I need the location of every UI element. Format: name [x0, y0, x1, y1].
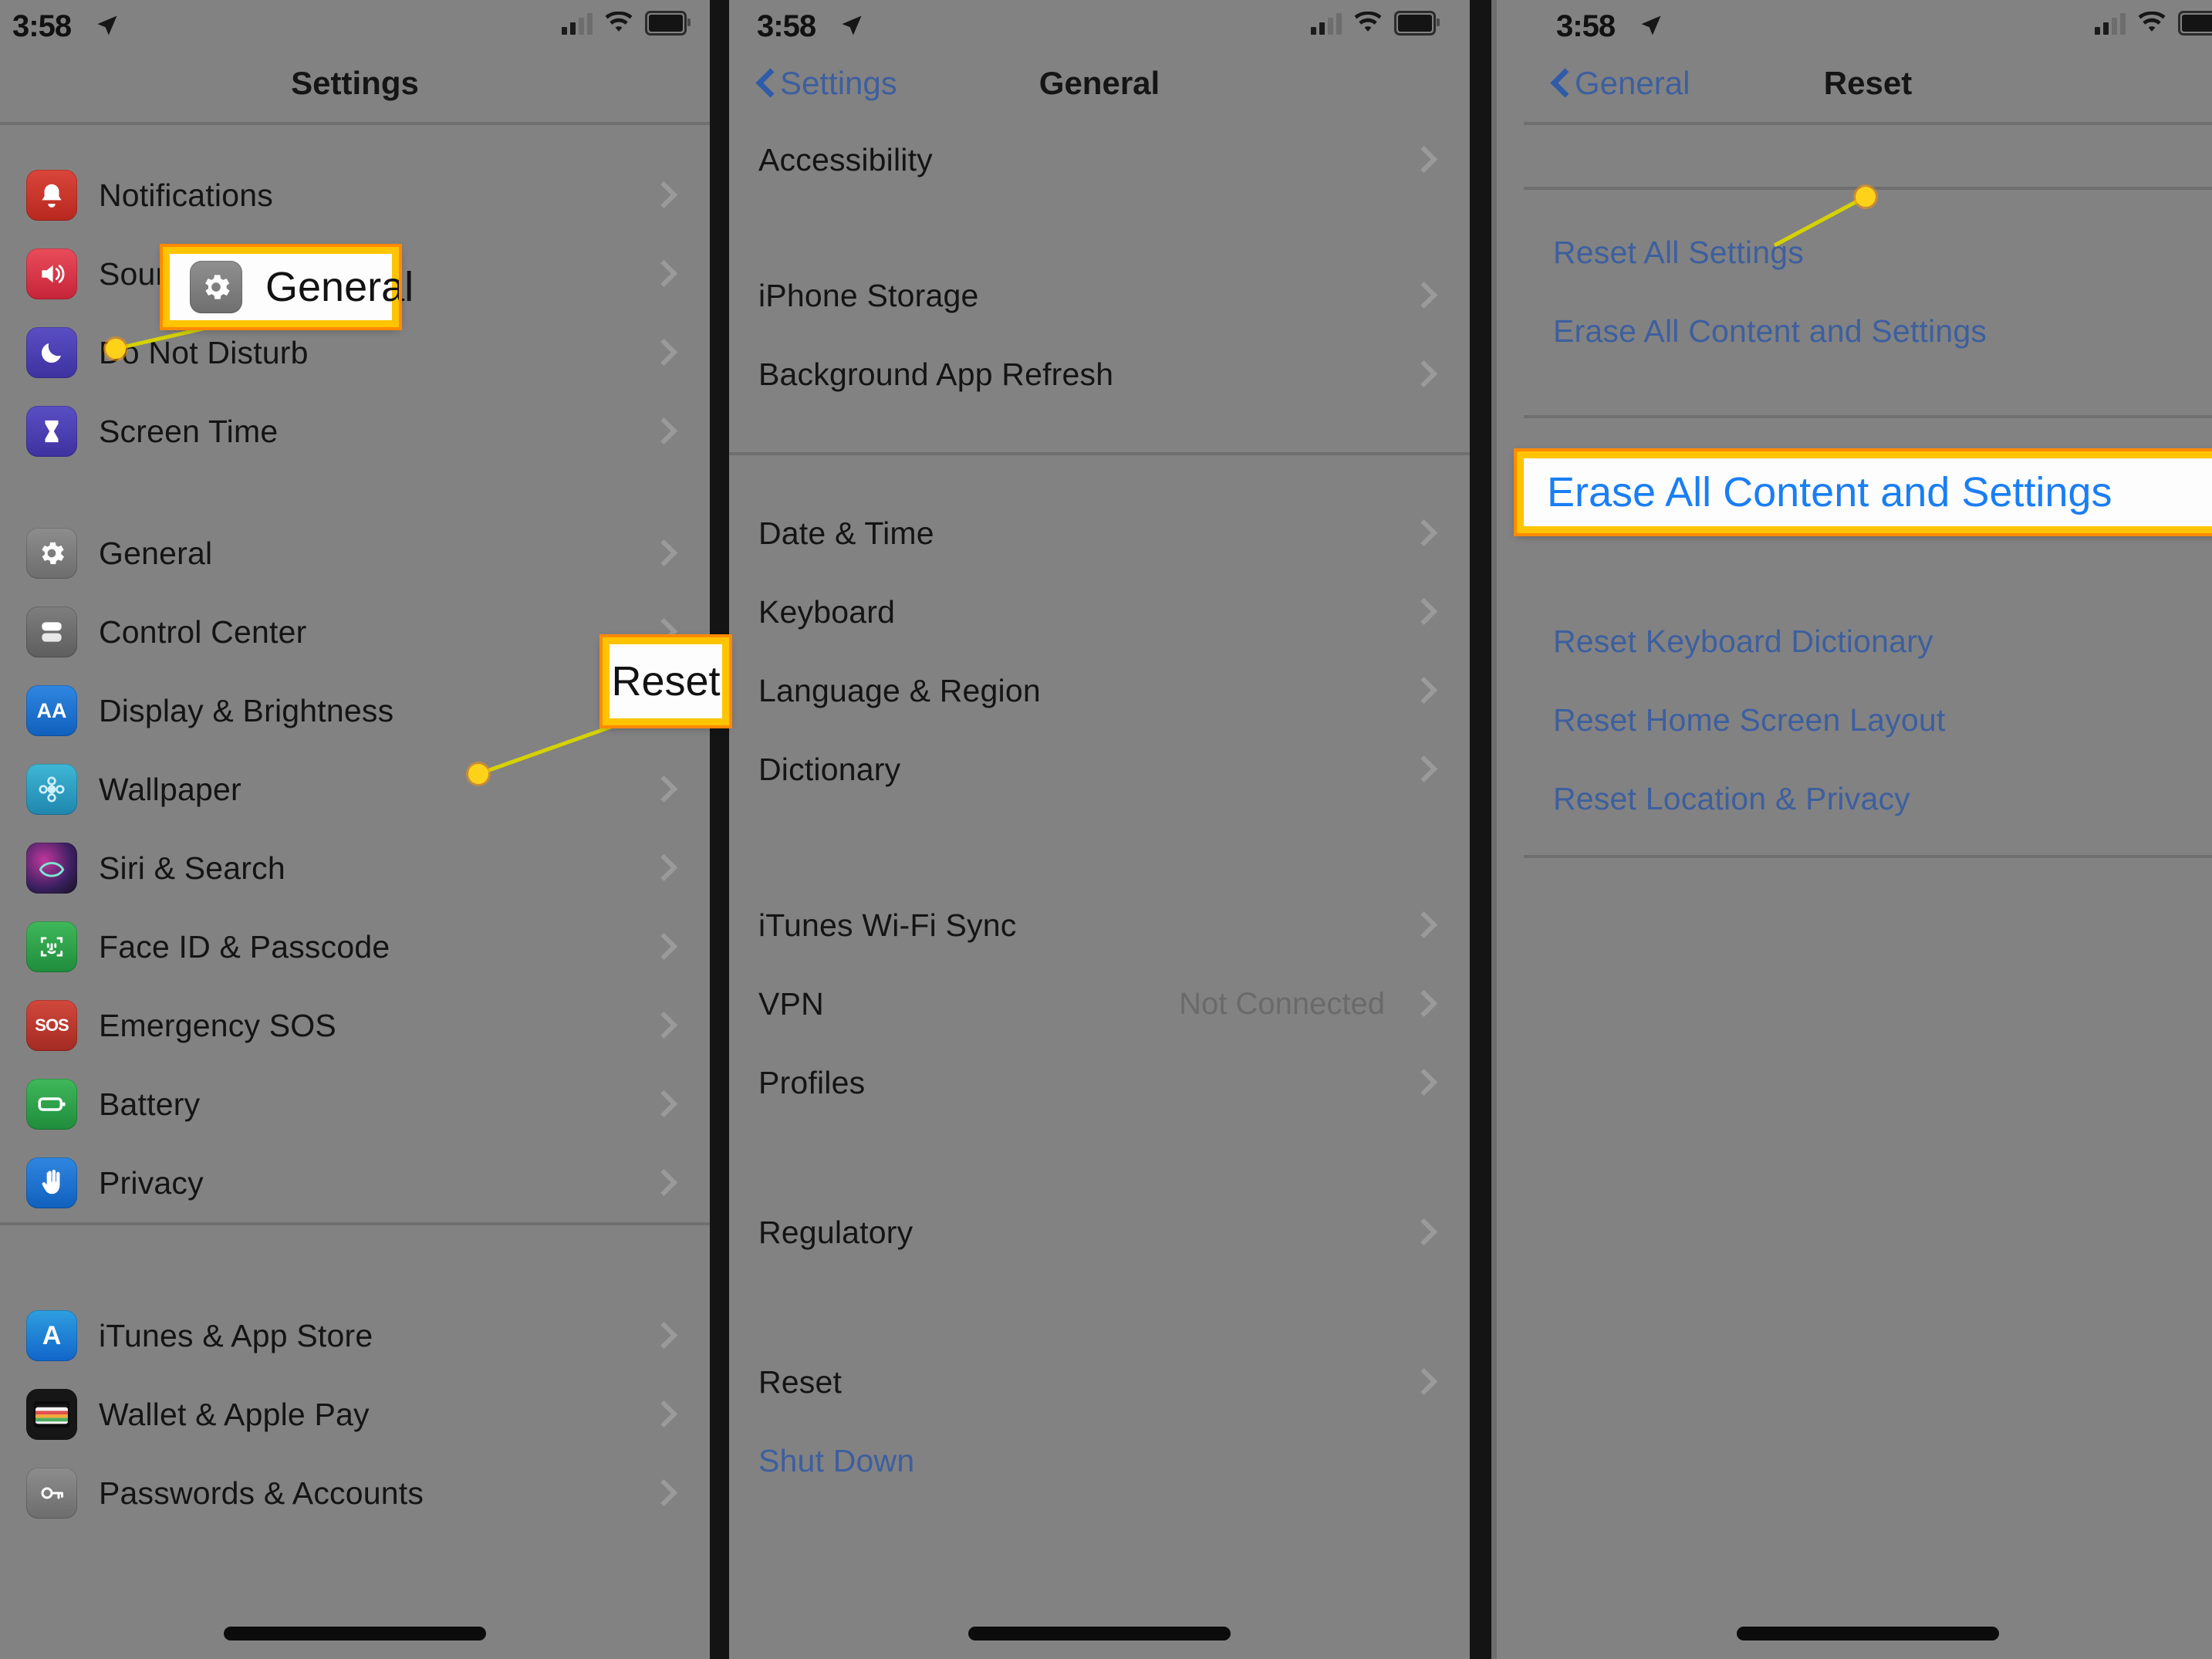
callout-erase-all-content-and-settings: Erase All Content and Settings [1514, 448, 2212, 536]
callout-general: General [160, 244, 414, 330]
gear-icon [190, 261, 242, 313]
callout-dot-general [106, 339, 126, 359]
callout-dot-erase [1856, 187, 1876, 207]
callout-label: General [265, 264, 414, 310]
callout-reset: Reset [599, 634, 732, 728]
callout-label: Erase All Content and Settings [1547, 469, 2112, 515]
screenshot-stage: 3:58 Settings Notifications Sounds Do No… [0, 0, 2212, 1659]
callout-dot-reset [468, 764, 488, 784]
callout-label: Reset [611, 658, 721, 704]
